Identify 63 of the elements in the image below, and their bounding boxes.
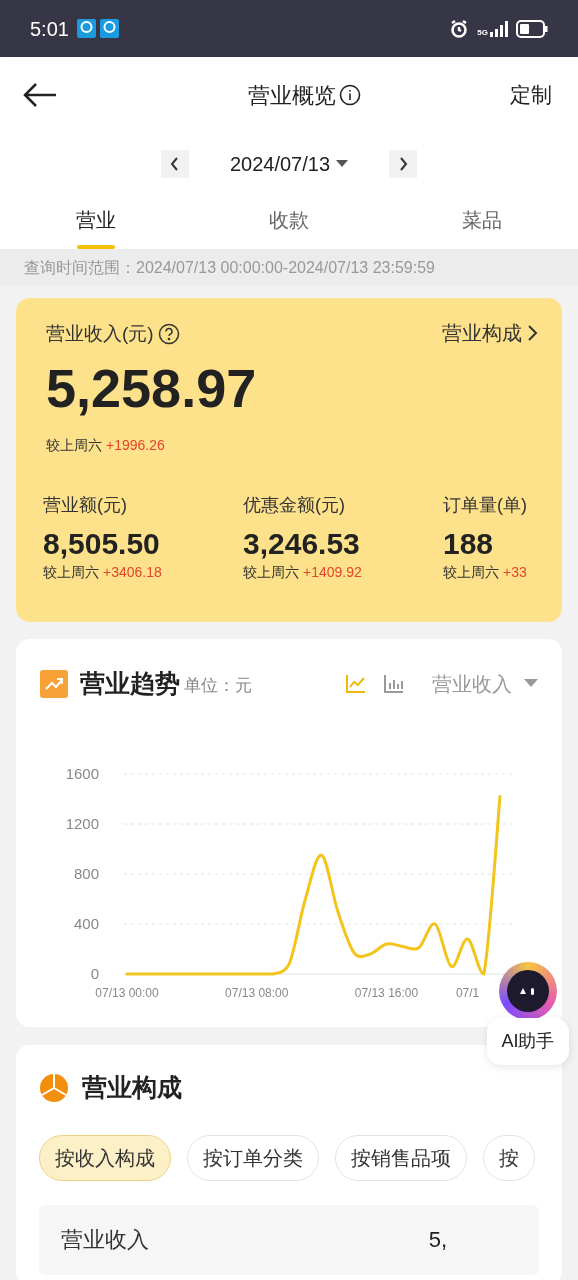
app-icon — [76, 19, 96, 38]
help-icon[interactable] — [157, 323, 180, 346]
compare-label: 较上周六 — [46, 435, 102, 455]
pie-icon — [40, 1073, 68, 1102]
app-icon — [99, 19, 119, 38]
trend-icon — [40, 669, 68, 698]
filter-chip[interactable]: 按 — [483, 1134, 535, 1181]
compare-value: +1409.92 — [303, 563, 362, 582]
axis-label: 07/1 — [455, 985, 480, 1000]
axis-label: 1200 — [65, 814, 99, 832]
filter-chip[interactable]: 按销售品项 — [335, 1134, 467, 1181]
dropdown-icon — [524, 679, 538, 689]
previous-date-button[interactable] — [161, 150, 189, 178]
page-title: 营业概览 — [247, 81, 336, 110]
axis-label: 400 — [73, 914, 99, 932]
compare-label: 较上周六 — [443, 563, 499, 582]
tab[interactable]: 营业 — [0, 199, 193, 249]
battery-icon — [516, 19, 548, 38]
composition-title: 营业构成 — [82, 1072, 182, 1103]
metric-label: 优惠金额(元) — [243, 493, 346, 517]
date-dropdown[interactable]: 2024/07/13 — [209, 149, 369, 179]
trend-title: 营业趋势 — [80, 668, 180, 699]
chevron-left-icon — [169, 156, 181, 172]
next-date-button[interactable] — [389, 150, 417, 178]
tab[interactable]: 收款 — [192, 199, 386, 249]
compare-value: +33 — [503, 563, 527, 582]
compare-label: 较上周六 — [243, 563, 299, 582]
axis-label: 07/13 08:00 — [225, 985, 289, 1000]
axis-label: 07/13 00:00 — [95, 985, 159, 1000]
back-icon[interactable] — [22, 81, 58, 109]
revenue-label: 营业收入(元) — [46, 322, 154, 346]
tab[interactable]: 菜品 — [385, 199, 578, 249]
metric-value: 3,246.53 — [243, 525, 361, 562]
composition-link[interactable]: 营业构成 — [442, 318, 538, 348]
alarm-icon — [449, 18, 470, 39]
metric-label: 订单量(单) — [443, 493, 528, 517]
signal-icon — [490, 20, 508, 37]
compare-value: +1996.26 — [106, 435, 165, 455]
row-label: 营业收入 — [61, 1226, 149, 1254]
customize-button[interactable]: 定制 — [510, 79, 556, 111]
chevron-right-icon — [397, 156, 409, 172]
axis-label: 07/13 16:00 — [354, 985, 419, 1000]
ai-face-icon — [506, 969, 550, 1013]
dropdown-icon — [336, 160, 349, 168]
revenue-value: 5,258.97 — [46, 360, 258, 415]
row-value: 5, — [428, 1226, 448, 1254]
filter-chip[interactable]: 按订单分类 — [187, 1134, 319, 1181]
ai-assistant-button[interactable]: AI助手 — [486, 962, 570, 1065]
axis-label: 0 — [90, 964, 99, 982]
unit-label: 单位：元 — [184, 675, 252, 697]
info-icon[interactable] — [338, 84, 361, 106]
compare-value: +3406.18 — [103, 563, 162, 582]
axis-label: 1600 — [65, 764, 99, 782]
query-range-text: 查询时间范围：2024/07/13 00:00:00-2024/07/13 23:59:59 — [24, 257, 435, 278]
metric-label: 营业额(元) — [43, 493, 128, 517]
compare-label: 较上周六 — [43, 563, 99, 582]
metric-value: 188 — [443, 525, 495, 562]
chevron-right-icon — [526, 324, 538, 342]
clock-time: 5:01 — [30, 16, 69, 42]
axis-label: 800 — [73, 864, 99, 882]
metric-value: 8,505.50 — [43, 525, 161, 562]
filter-chip[interactable]: 按收入构成 — [39, 1134, 171, 1181]
network-label: 5G — [477, 28, 488, 37]
